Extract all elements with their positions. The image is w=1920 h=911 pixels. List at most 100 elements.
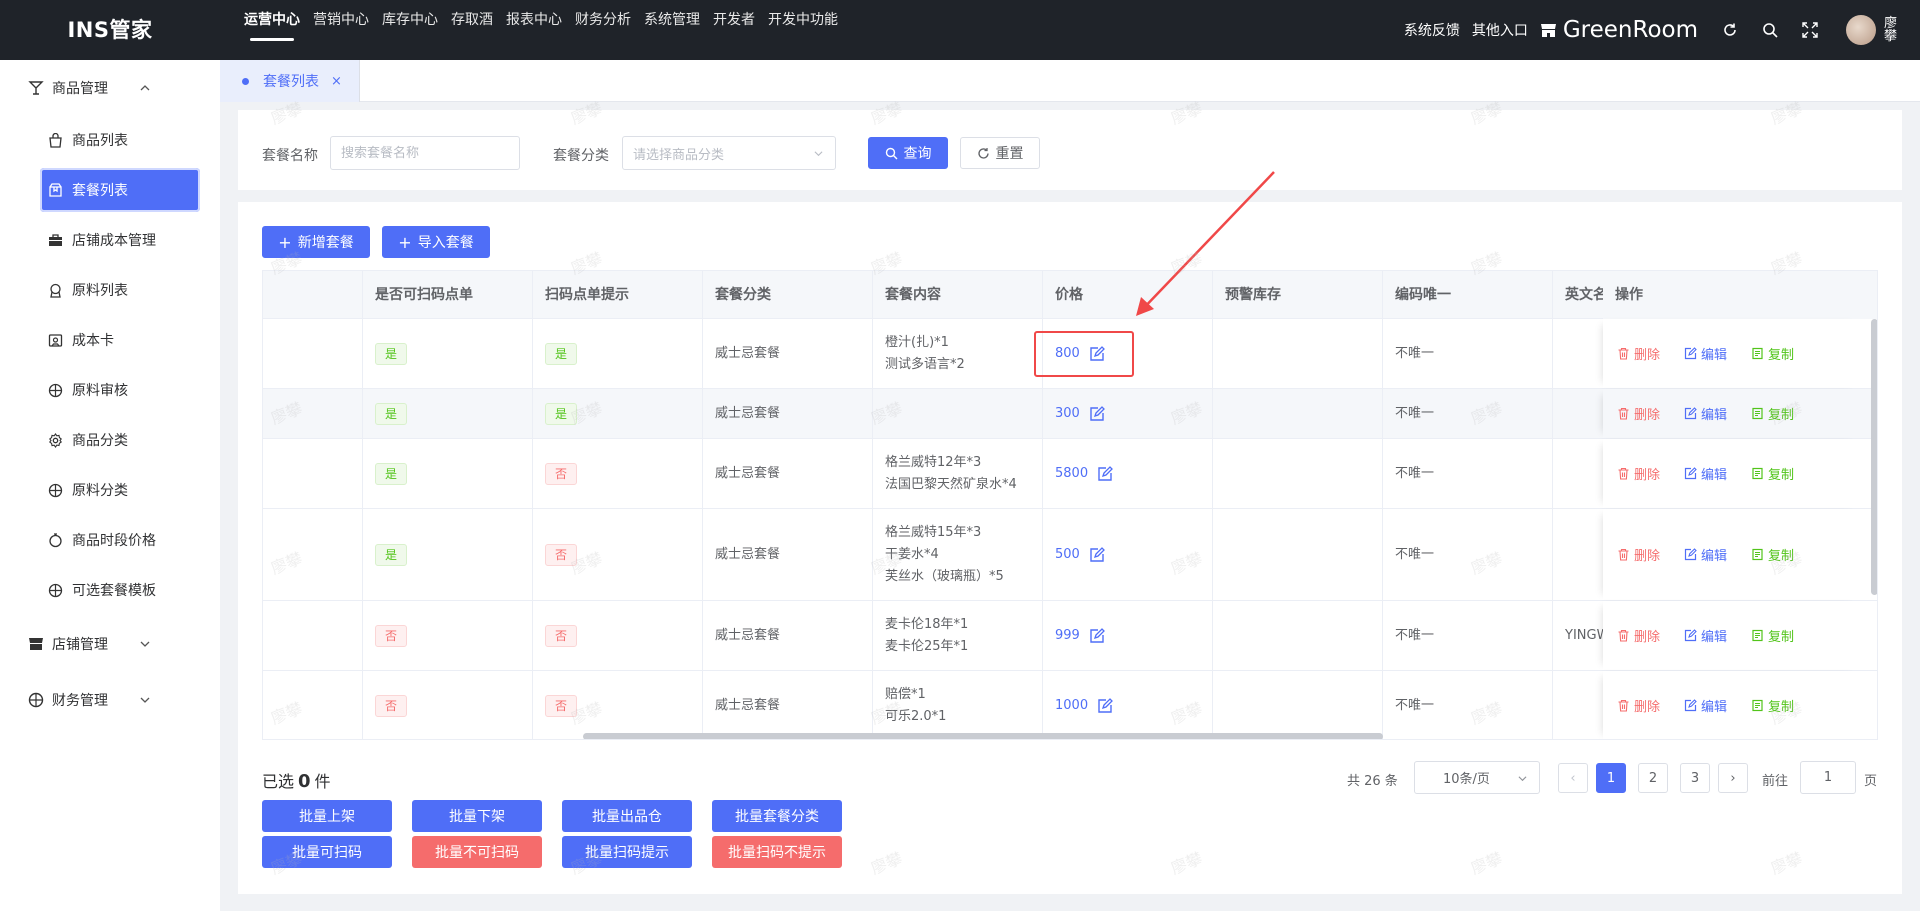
page-button-1[interactable]: 1 — [1596, 763, 1626, 793]
sidebar-item-ingredient-audit[interactable]: 原料审核 — [40, 368, 200, 412]
import-package-button[interactable]: + 导入套餐 — [382, 226, 490, 258]
cell-price: 800 — [1043, 319, 1213, 388]
edit-button[interactable]: 编辑 — [1684, 545, 1727, 564]
edit-button[interactable]: 编辑 — [1684, 696, 1727, 715]
page-button-3[interactable]: 3 — [1680, 763, 1710, 793]
store-name[interactable]: GreenRoom — [1563, 17, 1698, 43]
copy-button[interactable]: 复制 — [1751, 464, 1794, 483]
delete-button[interactable]: 删除 — [1617, 344, 1660, 363]
table-row[interactable]: 否 否 威士忌套餐 赔偿*1 可乐2.0*1 1000 不唯一 删除 编辑 复制 — [263, 671, 1877, 739]
sidebar-item-period-price[interactable]: 商品时段价格 — [40, 518, 200, 562]
topnav-item-marketing[interactable]: 营销中心 — [313, 0, 369, 60]
batch-button[interactable]: 批量可扫码 — [262, 836, 392, 868]
delete-label: 删除 — [1634, 630, 1661, 645]
prev-page-button[interactable]: ‹ — [1558, 763, 1588, 793]
sidebar-item-cost-card[interactable]: 成本卡 — [40, 318, 200, 362]
sidebar-group-finance[interactable]: 财务管理 — [0, 672, 220, 728]
edit-button[interactable]: 编辑 — [1684, 464, 1727, 483]
price-edit-link[interactable]: 800 — [1055, 343, 1212, 365]
edit-icon[interactable] — [1097, 465, 1114, 482]
topnav-item-wine-storage[interactable]: 存取酒 — [451, 0, 493, 60]
reset-button[interactable]: 重置 — [960, 137, 1040, 169]
close-icon[interactable]: × — [331, 74, 342, 89]
refresh-icon[interactable] — [1722, 22, 1738, 38]
edit-icon[interactable] — [1089, 345, 1105, 362]
edit-icon[interactable] — [1089, 627, 1105, 644]
table-row[interactable]: 是 是 威士忌套餐 300 不唯一 删除 编辑 复制 — [263, 389, 1877, 439]
sidebar-item-ingredient-category[interactable]: 原料分类 — [40, 468, 200, 512]
delete-button[interactable]: 删除 — [1617, 545, 1660, 564]
briefcase-icon — [49, 233, 62, 246]
package-name-input[interactable] — [330, 136, 520, 170]
edit-icon[interactable] — [1089, 546, 1105, 563]
copy-button[interactable]: 复制 — [1751, 696, 1794, 715]
batch-button[interactable]: 批量扫码提示 — [562, 836, 692, 868]
search-button[interactable]: 查询 — [868, 137, 948, 169]
sidebar-item-package-template[interactable]: 可选套餐模板 — [40, 568, 200, 612]
edit-label: 编辑 — [1701, 348, 1728, 363]
copy-button[interactable]: 复制 — [1751, 404, 1794, 423]
topnav-item-dev-features[interactable]: 开发中功能 — [768, 0, 838, 60]
cell-scan: 否 — [363, 601, 533, 670]
sidebar-item-package-list[interactable]: 套餐列表 — [40, 168, 200, 212]
package-category-select[interactable]: 请选择商品分类 — [622, 136, 836, 170]
page-size-select[interactable]: 10条/页 — [1414, 761, 1540, 794]
table-row[interactable]: 否否威士忌套餐 麦卡伦18年*1 麦卡伦25年*1 999 不唯一 YINGW 删除 编辑 复制 — [263, 601, 1877, 671]
sidebar-group-products[interactable]: 商品管理 — [0, 60, 220, 116]
copy-button[interactable]: 复制 — [1751, 344, 1794, 363]
table-row[interactable]: 是 否 威士忌套餐 格兰威特12年*3 法国巴黎天然矿泉水*4 5800 不唯一 删除 编辑 复制 — [263, 439, 1877, 509]
batch-button[interactable]: 批量不可扫码 — [412, 836, 542, 868]
topnav-item-inventory[interactable]: 库存中心 — [382, 0, 438, 60]
scan-status-badge: 是 — [375, 342, 408, 365]
other-entry-link[interactable]: 其他入口 — [1472, 20, 1528, 40]
price-edit-link[interactable]: 1000 — [1055, 695, 1212, 717]
batch-button[interactable]: 批量扫码不提示 — [712, 836, 842, 868]
sidebar-group-store[interactable]: 店铺管理 — [0, 616, 220, 672]
page-button-2[interactable]: 2 — [1638, 763, 1668, 793]
search-icon[interactable] — [1762, 22, 1778, 38]
table-row[interactable]: 是 否 威士忌套餐 格兰威特15年*3 干姜水*4 芙丝水（玻璃瓶）*5 500 不唯一 删除 编… — [263, 509, 1877, 601]
batch-button[interactable]: 批量上架 — [262, 800, 392, 832]
edit-button[interactable]: 编辑 — [1684, 344, 1727, 363]
fullscreen-icon[interactable] — [1802, 22, 1818, 38]
price-edit-link[interactable]: 5800 — [1055, 463, 1212, 485]
price-edit-link[interactable]: 300 — [1055, 403, 1212, 425]
edit-icon[interactable] — [1089, 405, 1105, 422]
top-bar: INS管家 运营中心 营销中心 库存中心 存取酒 报表中心 财务分析 系统管理 … — [0, 0, 1920, 60]
delete-button[interactable]: 删除 — [1617, 626, 1660, 645]
sidebar-item-store-cost[interactable]: 店铺成本管理 — [40, 218, 200, 262]
delete-button[interactable]: 删除 — [1617, 464, 1660, 483]
delete-button[interactable]: 删除 — [1617, 404, 1660, 423]
delete-button[interactable]: 删除 — [1617, 696, 1660, 715]
table-row[interactable]: 是 是 威士忌套餐 橙汁(扎)*1 测试多语言*2 800 不唯一 删除 编辑 复制 — [263, 319, 1877, 389]
price-edit-link[interactable]: 999 — [1055, 625, 1212, 647]
username[interactable]: 廖攀 — [1884, 17, 1898, 43]
vertical-scrollbar[interactable] — [1871, 319, 1877, 595]
topnav-item-operations[interactable]: 运营中心 — [244, 0, 300, 60]
feedback-link[interactable]: 系统反馈 — [1404, 20, 1460, 40]
edit-button[interactable]: 编辑 — [1684, 404, 1727, 423]
sidebar-item-product-category[interactable]: 商品分类 — [40, 418, 200, 462]
next-page-button[interactable]: › — [1718, 763, 1748, 793]
sidebar-item-product-list[interactable]: 商品列表 — [40, 118, 200, 162]
horizontal-scrollbar[interactable] — [583, 733, 1383, 739]
edit-icon[interactable] — [1097, 697, 1114, 714]
topnav-item-finance[interactable]: 财务分析 — [575, 0, 631, 60]
content-line: 麦卡伦25年*1 — [885, 638, 969, 654]
cell-hint: 否 — [533, 671, 703, 739]
topnav-item-developer[interactable]: 开发者 — [713, 0, 755, 60]
copy-button[interactable]: 复制 — [1751, 545, 1794, 564]
copy-button[interactable]: 复制 — [1751, 626, 1794, 645]
batch-button[interactable]: 批量套餐分类 — [712, 800, 842, 832]
sidebar-item-ingredient-list[interactable]: 原料列表 — [40, 268, 200, 312]
topnav-item-reports[interactable]: 报表中心 — [506, 0, 562, 60]
tab-package-list[interactable]: 套餐列表 × — [220, 60, 360, 102]
batch-button[interactable]: 批量出品仓 — [562, 800, 692, 832]
edit-button[interactable]: 编辑 — [1684, 626, 1727, 645]
topnav-item-system[interactable]: 系统管理 — [644, 0, 700, 60]
price-edit-link[interactable]: 500 — [1055, 544, 1212, 566]
add-package-button[interactable]: + 新增套餐 — [262, 226, 370, 258]
batch-button[interactable]: 批量下架 — [412, 800, 542, 832]
avatar[interactable] — [1846, 15, 1876, 45]
goto-page-input[interactable] — [1800, 761, 1856, 794]
